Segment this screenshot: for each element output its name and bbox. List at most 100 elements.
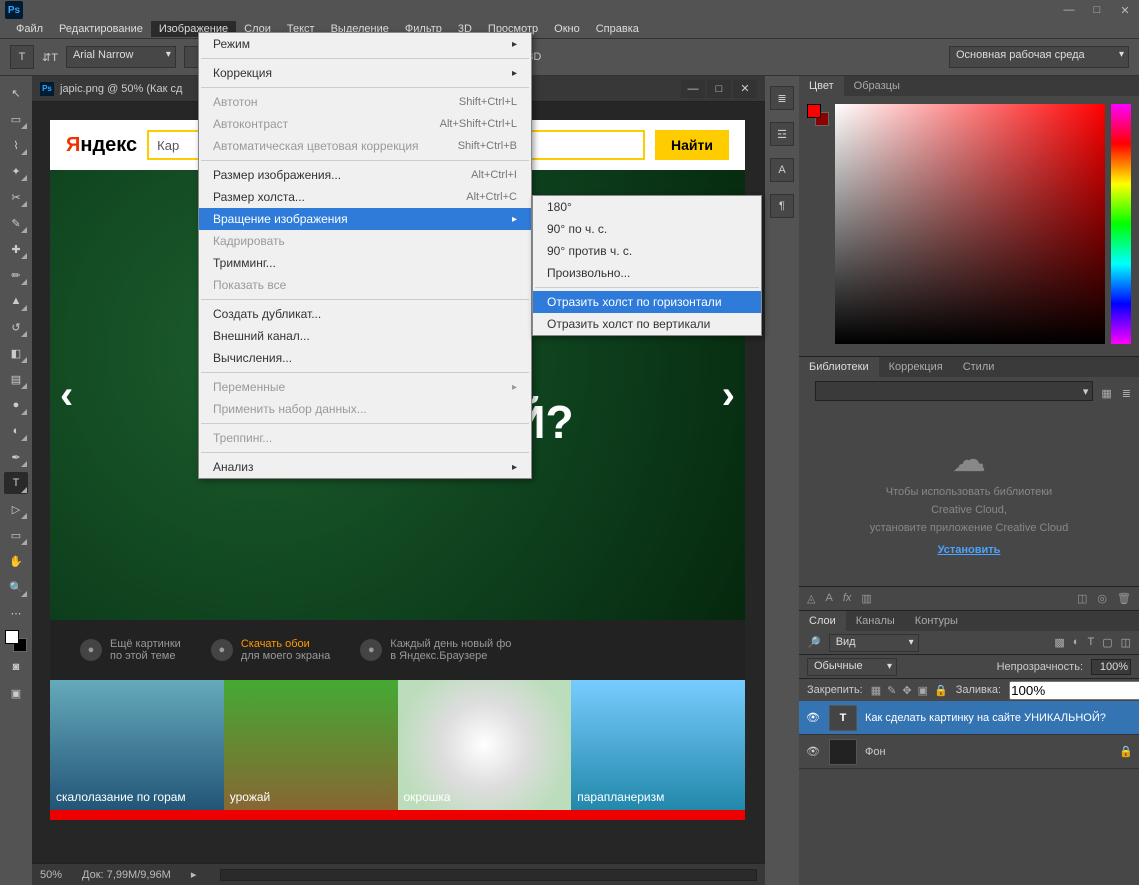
history-panel-icon[interactable]: ≣ — [770, 86, 794, 110]
blur-tool[interactable]: ● — [4, 394, 28, 416]
font-family-dropdown[interactable]: Arial Narrow — [66, 46, 176, 68]
eraser-tool[interactable]: ◧ — [4, 342, 28, 364]
hue-bar[interactable] — [1111, 104, 1131, 344]
tab-libraries[interactable]: Библиотеки — [799, 357, 879, 377]
workspace-dropdown[interactable]: Основная рабочая среда — [949, 46, 1129, 68]
fx-icon-5[interactable]: ◫ — [1077, 592, 1087, 605]
lock-position-icon[interactable]: ✥ — [902, 684, 911, 697]
tab-swatches[interactable]: Образцы — [844, 76, 910, 96]
screenmode-toggle[interactable]: ▣ — [4, 682, 28, 704]
panel-swatches[interactable] — [807, 104, 829, 126]
menuitem-анализ[interactable]: Анализ — [199, 456, 531, 478]
tab-layers[interactable]: Слои — [799, 611, 846, 631]
toggle-orientation-icon[interactable]: ⇵T — [42, 51, 58, 64]
hand-tool[interactable]: ✋ — [4, 550, 28, 572]
brush-tool[interactable]: ✏ — [4, 264, 28, 286]
trash-icon[interactable]: 🗑 — [1117, 592, 1131, 605]
menuitem-тримминг-[interactable]: Тримминг... — [199, 252, 531, 274]
wand-tool[interactable]: ✦ — [4, 160, 28, 182]
menu-справка[interactable]: Справка — [588, 21, 647, 37]
tab-color[interactable]: Цвет — [799, 76, 844, 96]
lib-dropdown[interactable] — [815, 381, 1093, 401]
install-link[interactable]: Установить — [938, 544, 1001, 556]
menuitem-вращение-изображения[interactable]: Вращение изображения — [199, 208, 531, 230]
type-tool[interactable]: T — [4, 472, 28, 494]
doc-maximize[interactable]: □ — [707, 80, 731, 98]
dodge-tool[interactable]: ◐ — [4, 420, 28, 442]
color-swatches[interactable] — [5, 630, 27, 652]
menuitem-создать-дубликат-[interactable]: Создать дубликат... — [199, 303, 531, 325]
edit-toolbar[interactable]: ⋯ — [4, 602, 28, 624]
zoom-tool[interactable]: 🔍 — [4, 576, 28, 598]
menuitem-внешний-канал-[interactable]: Внешний канал... — [199, 325, 531, 347]
properties-panel-icon[interactable]: ☲ — [770, 122, 794, 146]
filter-adjust-icon[interactable]: ◐ — [1073, 636, 1080, 649]
horizontal-scrollbar[interactable] — [220, 869, 757, 881]
filter-search-icon[interactable]: 🔎 — [807, 636, 821, 649]
lib-list-icon[interactable]: ≣ — [1122, 387, 1131, 400]
quickmask-toggle[interactable]: ◙ — [4, 656, 28, 678]
submenuitem-90-против-ч-с-[interactable]: 90° против ч. с. — [533, 240, 761, 262]
layer-thumbnail[interactable]: T — [829, 705, 857, 731]
lock-pixels-icon[interactable]: ▦ — [871, 684, 881, 697]
menuitem-вычисления-[interactable]: Вычисления... — [199, 347, 531, 369]
eyedropper-tool[interactable]: ✎ — [4, 212, 28, 234]
fx-icon-2[interactable]: A — [825, 592, 832, 605]
history-brush-tool[interactable]: ↺ — [4, 316, 28, 338]
submenuitem-180-[interactable]: 180° — [533, 196, 761, 218]
menu-редактирование[interactable]: Редактирование — [51, 21, 151, 37]
filter-image-icon[interactable]: ▩ — [1054, 636, 1064, 649]
visibility-eye-icon[interactable]: 👁 — [805, 711, 821, 724]
submenuitem-90-по-ч-с-[interactable]: 90° по ч. с. — [533, 218, 761, 240]
doc-close[interactable]: ✕ — [733, 80, 757, 98]
visibility-eye-icon[interactable]: 👁 — [805, 745, 821, 758]
tab-paths[interactable]: Контуры — [905, 611, 968, 631]
tab-adjustments[interactable]: Коррекция — [879, 357, 953, 377]
color-field[interactable] — [835, 104, 1105, 344]
minimize-button[interactable]: — — [1055, 0, 1083, 20]
pen-tool[interactable]: ✒ — [4, 446, 28, 468]
submenuitem-произвольно-[interactable]: Произвольно... — [533, 262, 761, 284]
active-tool-indicator[interactable]: T — [10, 45, 34, 69]
filter-smart-icon[interactable]: ◫ — [1121, 636, 1131, 649]
lock-all-icon[interactable]: 🔒 — [934, 684, 948, 697]
maximize-button[interactable]: □ — [1083, 0, 1111, 20]
menuitem-режим[interactable]: Режим — [199, 33, 531, 55]
filter-type-icon[interactable]: T — [1087, 636, 1094, 649]
blend-mode-dropdown[interactable]: Обычные — [807, 658, 897, 676]
marquee-tool[interactable]: ▭ — [4, 108, 28, 130]
stamp-tool[interactable]: ▲ — [4, 290, 28, 312]
menuitem-размер-холста-[interactable]: Размер холста...Alt+Ctrl+C — [199, 186, 531, 208]
close-button[interactable]: ✕ — [1111, 0, 1139, 20]
submenuitem-отразить-холст-по-вертикали[interactable]: Отразить холст по вертикали — [533, 313, 761, 335]
char-panel-icon[interactable]: A — [770, 158, 794, 182]
fx-icon-4[interactable]: ▥ — [861, 592, 871, 605]
crop-tool[interactable]: ✂ — [4, 186, 28, 208]
fx-icon-1[interactable]: ◬ — [807, 592, 815, 605]
filter-shape-icon[interactable]: ▢ — [1102, 636, 1112, 649]
menuitem-размер-изображения-[interactable]: Размер изображения...Alt+Ctrl+I — [199, 164, 531, 186]
fx-icon-6[interactable]: ◎ — [1097, 592, 1107, 605]
layer-row[interactable]: 👁Фон🔒 — [799, 735, 1139, 769]
menu-файл[interactable]: Файл — [8, 21, 51, 37]
layer-filter-dropdown[interactable]: Вид — [829, 634, 919, 652]
path-select-tool[interactable]: ▷ — [4, 498, 28, 520]
lib-grid-icon[interactable]: ▦ — [1101, 387, 1111, 400]
submenuitem-отразить-холст-по-горизонтали[interactable]: Отразить холст по горизонтали — [533, 291, 761, 313]
opacity-input[interactable] — [1091, 659, 1131, 675]
lasso-tool[interactable]: ⌇ — [4, 134, 28, 156]
lock-brush-icon[interactable]: ✎ — [887, 684, 896, 697]
tab-styles[interactable]: Стили — [953, 357, 1005, 377]
zoom-level[interactable]: 50% — [40, 869, 62, 881]
doc-minimize[interactable]: — — [681, 80, 705, 98]
status-arrow-icon[interactable]: ▸ — [191, 868, 197, 881]
tab-channels[interactable]: Каналы — [846, 611, 905, 631]
fx-icon-3[interactable]: fx — [843, 592, 852, 605]
healing-tool[interactable]: ✚ — [4, 238, 28, 260]
menu-окно[interactable]: Окно — [546, 21, 588, 37]
paragraph-panel-icon2[interactable]: ¶ — [770, 194, 794, 218]
layer-thumbnail[interactable] — [829, 739, 857, 765]
lock-artboard-icon[interactable]: ▣ — [918, 684, 928, 697]
layer-row[interactable]: 👁TКак сделать картинку на сайте УНИКАЛЬН… — [799, 701, 1139, 735]
menuitem-коррекция[interactable]: Коррекция — [199, 62, 531, 84]
